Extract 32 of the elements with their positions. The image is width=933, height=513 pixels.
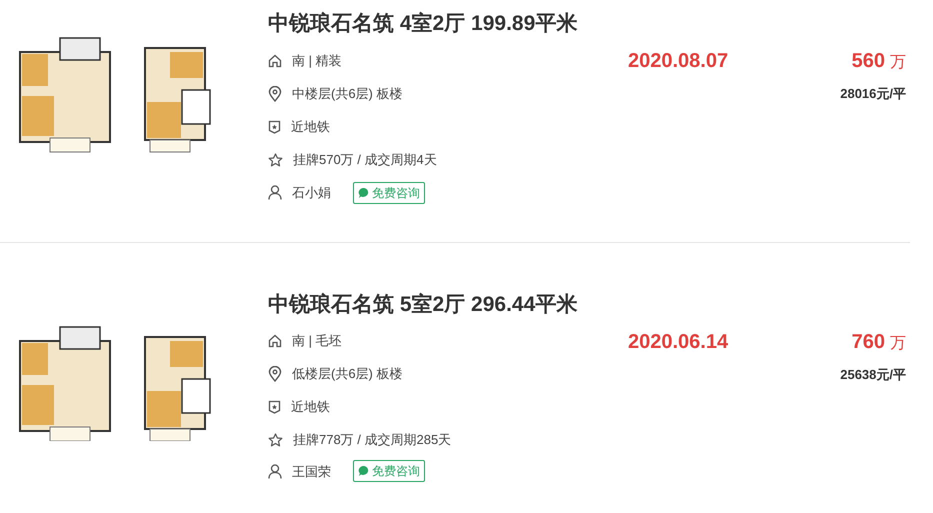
unit-price: 28016元/平	[840, 85, 906, 103]
price-unit: 万	[890, 53, 906, 73]
agent-name: 石小娟	[292, 184, 331, 202]
info-text: 挂牌570万 / 成交周期4天	[293, 150, 437, 169]
agent-name: 王国荣	[292, 462, 331, 480]
total-price: 760	[852, 330, 885, 355]
star-icon	[268, 152, 283, 166]
shield-icon	[268, 400, 281, 414]
info-text: 南 | 精装	[292, 52, 342, 70]
chat-bubble-icon	[358, 465, 370, 478]
info-text: 挂牌778万 / 成交周期285天	[293, 431, 452, 450]
info-text: 近地铁	[291, 118, 330, 136]
deal-date: 2020.06.14	[628, 331, 728, 353]
info-text: 中楼层(共6层) 板楼	[292, 84, 402, 103]
info-text: 低楼层(共6层) 板楼	[292, 365, 402, 384]
info-text: 南 | 毛坯	[292, 332, 342, 350]
location-pin-icon	[268, 86, 282, 102]
chat-bubble-icon	[358, 186, 370, 198]
home-icon	[268, 334, 282, 348]
info-text: 近地铁	[291, 398, 330, 416]
shield-icon	[268, 120, 281, 134]
listing-title[interactable]: 中锐琅石名筑 5室2厅 296.44平米	[268, 289, 628, 320]
price-unit: 万	[890, 334, 906, 354]
total-price: 560	[852, 49, 885, 74]
location-pin-icon	[268, 366, 282, 382]
person-icon	[268, 185, 282, 200]
home-icon	[268, 54, 282, 68]
unit-price: 25638元/平	[840, 366, 906, 384]
star-icon	[268, 433, 283, 447]
person-icon	[268, 464, 282, 479]
deal-date: 2020.08.07	[628, 50, 728, 72]
listing-title[interactable]: 中锐琅石名筑 4室2厅 199.89平米	[268, 8, 628, 40]
